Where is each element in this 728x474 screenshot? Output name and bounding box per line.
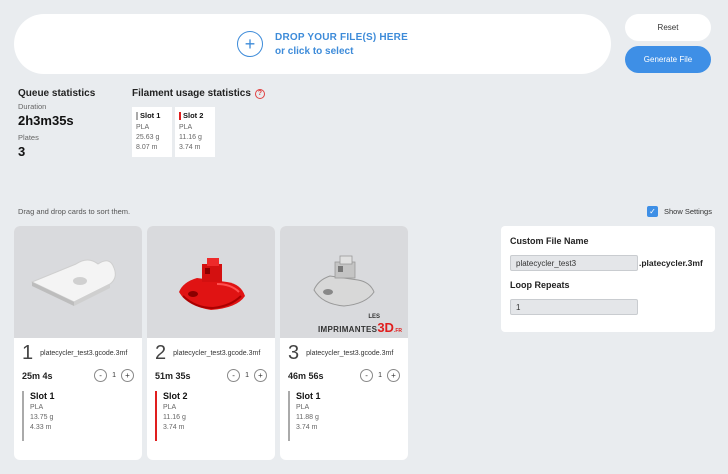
loop-repeats-label: Loop Repeats xyxy=(510,280,570,290)
plate-thumbnail xyxy=(14,226,142,338)
slot-weight: 11.16 g xyxy=(163,414,186,421)
slot-length: 8.07 m xyxy=(136,144,158,151)
slot-name: Slot 2 xyxy=(183,111,204,120)
plate-card[interactable]: 2 platecycler_test3.gcode.3mf 51m 35s - … xyxy=(147,226,275,460)
show-settings-toggle[interactable]: ✓ Show Settings xyxy=(647,206,712,217)
repeat-count: 1 xyxy=(112,372,116,379)
filament-slot-card: Slot 2 PLA 11.16 g 3.74 m xyxy=(175,107,215,157)
repeat-stepper: - 1 + xyxy=(360,369,400,382)
slot-type: PLA xyxy=(30,404,44,411)
slot-color-swatch xyxy=(136,111,138,120)
plate-print-time: 51m 35s xyxy=(155,370,191,381)
benchy-model-icon xyxy=(179,258,245,310)
slot-color-swatch xyxy=(179,111,181,120)
drag-hint: Drag and drop cards to sort them. xyxy=(18,207,131,216)
custom-file-name-label: Custom File Name xyxy=(510,236,589,246)
plate-number: 3 xyxy=(288,342,300,364)
slot-length: 3.74 m xyxy=(296,424,318,431)
plate-filament-slot: Slot 1 PLA 13.75 g 4.33 m xyxy=(22,391,134,441)
plate-file-name: platecycler_test3.gcode.3mf xyxy=(173,350,261,357)
plate-card[interactable]: 1 platecycler_test3.gcode.3mf 25m 4s - 1… xyxy=(14,226,142,460)
slot-length: 3.74 m xyxy=(179,144,201,151)
slot-weight: 11.16 g xyxy=(179,134,202,141)
increment-button[interactable]: + xyxy=(254,369,267,382)
filament-slot-card: Slot 1 PLA 25.63 g 8.07 m xyxy=(132,107,172,157)
increment-button[interactable]: + xyxy=(121,369,134,382)
slot-name: Slot 1 xyxy=(296,391,321,401)
generate-file-button[interactable]: Generate File xyxy=(625,46,711,73)
slot-name: Slot 2 xyxy=(163,391,188,401)
repeat-stepper: - 1 + xyxy=(227,369,267,382)
slot-type: PLA xyxy=(163,404,177,411)
slot-color-bar xyxy=(155,391,157,441)
repeat-count: 1 xyxy=(245,372,249,379)
loop-repeats-input[interactable] xyxy=(510,299,638,315)
slot-type: PLA xyxy=(296,404,310,411)
plate-card[interactable]: LES IMPRIMANTES3D.FR 3 platecycler_test3… xyxy=(280,226,408,460)
slot-color-bar xyxy=(288,391,290,441)
decrement-button[interactable]: - xyxy=(227,369,241,382)
queue-statistics-title: Queue statistics xyxy=(18,88,96,99)
plate-number: 1 xyxy=(22,342,34,364)
slot-weight: 13.75 g xyxy=(30,414,54,421)
slot-name: Slot 1 xyxy=(30,391,55,401)
decrement-button[interactable]: - xyxy=(94,369,108,382)
plate-filament-slot: Slot 1 PLA 11.88 g 3.74 m xyxy=(288,391,400,441)
dropzone-subtitle: or click to select xyxy=(275,45,354,57)
plate-file-name: platecycler_test3.gcode.3mf xyxy=(40,350,128,357)
slot-name: Slot 1 xyxy=(140,111,161,120)
decrement-button[interactable]: - xyxy=(360,369,374,382)
plates-label: Plates xyxy=(18,133,39,142)
repeat-count: 1 xyxy=(378,372,382,379)
queue-statistics: Queue statistics Duration 2h3m35s Plates… xyxy=(18,88,95,159)
plate-file-name: platecycler_test3.gcode.3mf xyxy=(306,350,394,357)
file-dropzone[interactable]: + DROP YOUR FILE(S) HERE or click to sel… xyxy=(14,14,611,74)
duration-label: Duration xyxy=(18,102,47,111)
plate-thumbnail: LES IMPRIMANTES3D.FR xyxy=(280,226,408,338)
repeat-stepper: - 1 + xyxy=(94,369,134,382)
plate-print-time: 46m 56s xyxy=(288,370,324,381)
watermark-logo: LES IMPRIMANTES3D.FR xyxy=(318,314,402,335)
slot-color-bar xyxy=(22,391,24,441)
slot-length: 3.74 m xyxy=(163,424,185,431)
increment-button[interactable]: + xyxy=(387,369,400,382)
plate-print-time: 25m 4s xyxy=(22,370,53,381)
plate-thumbnail xyxy=(147,226,275,338)
slot-weight: 11.88 g xyxy=(296,414,319,421)
heart-model-icon xyxy=(30,259,116,306)
help-icon[interactable]: ? xyxy=(254,88,265,99)
filament-statistics-title: Filament usage statistics xyxy=(132,88,251,99)
slot-type: PLA xyxy=(136,124,150,131)
settings-panel: Custom File Name .platecycler.3mf Loop R… xyxy=(501,226,715,332)
show-settings-label: Show Settings xyxy=(664,207,712,216)
slot-type: PLA xyxy=(179,124,193,131)
slot-weight: 25.63 g xyxy=(136,134,160,141)
duration-value: 2h3m35s xyxy=(18,113,74,128)
plate-filament-slot: Slot 2 PLA 11.16 g 3.74 m xyxy=(155,391,267,441)
dropzone-title: DROP YOUR FILE(S) HERE xyxy=(275,31,408,43)
slot-length: 4.33 m xyxy=(30,424,52,431)
show-settings-checkbox[interactable]: ✓ xyxy=(647,206,658,217)
custom-file-name-input[interactable] xyxy=(510,255,638,271)
reset-button[interactable]: Reset xyxy=(625,14,711,41)
plates-value: 3 xyxy=(18,144,26,159)
plus-icon: + xyxy=(237,31,264,57)
file-name-suffix: .platecycler.3mf xyxy=(639,258,703,268)
filament-usage-statistics: Filament usage statistics ? Slot 1 PLA 2… xyxy=(132,88,265,157)
plate-number: 2 xyxy=(155,342,167,364)
